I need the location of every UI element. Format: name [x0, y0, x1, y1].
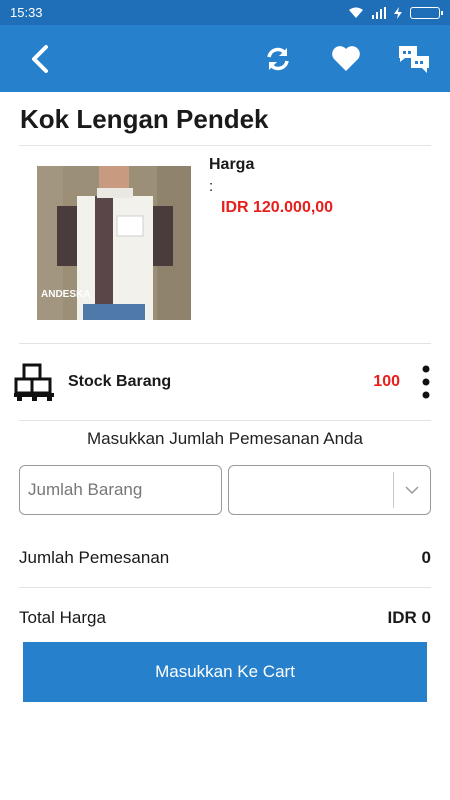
- chat-button[interactable]: [394, 39, 434, 79]
- order-quantity-row: Jumlah Pemesanan 0: [0, 545, 450, 571]
- back-chevron-icon: [32, 44, 48, 73]
- price-colon: :: [209, 178, 214, 195]
- price-label: Harga: [209, 156, 255, 173]
- price-block: Harga : IDR 120.000,00: [209, 156, 333, 343]
- stock-row: Stock Barang 100: [0, 344, 450, 420]
- order-inputs: [0, 465, 450, 515]
- chat-icon: [399, 45, 429, 73]
- add-to-cart-button[interactable]: Masukkan Ke Cart: [23, 642, 427, 702]
- price-value: IDR 120.000,00: [221, 199, 334, 216]
- charging-icon: [394, 6, 402, 19]
- quantity-input[interactable]: [19, 465, 222, 515]
- order-quantity-label: Jumlah Pemesanan: [19, 548, 170, 567]
- refresh-icon: [267, 47, 289, 70]
- order-quantity-value: 0: [421, 548, 431, 567]
- total-price-label: Total Harga: [19, 608, 106, 627]
- heart-icon: [332, 46, 360, 71]
- status-time: 15:33: [10, 5, 43, 20]
- status-bar: 15:33: [0, 0, 450, 25]
- total-price-row: Total Harga IDR 0: [0, 596, 450, 632]
- total-price-value: IDR 0: [387, 608, 431, 627]
- product-section: ANDESKA Harga : IDR 120.000,00: [0, 146, 450, 343]
- chevron-down-icon: [394, 485, 430, 495]
- battery-icon: [410, 6, 443, 19]
- more-vert-icon[interactable]: [422, 365, 430, 399]
- order-prompt: Masukkan Jumlah Pemesanan Anda: [87, 429, 363, 448]
- signal-icon: [372, 6, 386, 19]
- app-bar: [0, 25, 450, 92]
- refresh-button[interactable]: [258, 39, 298, 79]
- unit-select[interactable]: [228, 465, 431, 515]
- status-icons: [348, 6, 443, 19]
- favorite-button[interactable]: [326, 39, 366, 79]
- stock-value: 100: [373, 373, 400, 390]
- divider: [19, 420, 431, 421]
- image-watermark: ANDESKA: [41, 289, 91, 300]
- product-title: Kok Lengan Pendek: [20, 104, 269, 134]
- boxes-stack-icon: [14, 363, 54, 401]
- back-button[interactable]: [20, 39, 60, 79]
- divider: [19, 587, 431, 588]
- wifi-icon: [349, 7, 363, 18]
- stock-label: Stock Barang: [68, 373, 172, 390]
- product-image[interactable]: ANDESKA: [37, 166, 191, 320]
